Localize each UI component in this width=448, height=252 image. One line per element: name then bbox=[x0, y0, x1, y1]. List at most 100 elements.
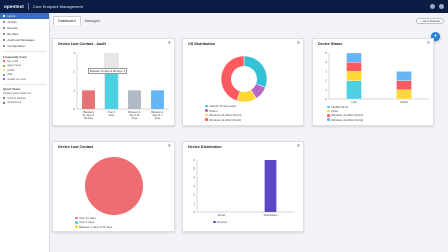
bar bbox=[151, 90, 164, 109]
y-tick-label: 1 bbox=[194, 201, 196, 205]
devices-icon bbox=[3, 26, 6, 30]
bar bbox=[105, 71, 118, 109]
plus-icon: + bbox=[420, 19, 422, 23]
legend-swatch bbox=[327, 118, 330, 121]
legend-swatch bbox=[75, 225, 78, 228]
x-tick-label: Between 1 days & 7 days bbox=[151, 110, 164, 120]
bar-segment bbox=[396, 71, 412, 81]
bar-segment bbox=[346, 71, 362, 81]
y-tick-label: 0 bbox=[194, 210, 196, 214]
quicktask-radio-all[interactable]: All Sections bbox=[0, 101, 49, 106]
x-tick-label: Unlock bbox=[400, 100, 409, 104]
dashlet-last-contact-audit: Device Last Contact - Audit ≡ 0 1 2 3 Betwee… bbox=[52, 38, 175, 126]
sidebar: Home Activity Devices Bundles Audit and … bbox=[0, 13, 50, 252]
y-tick-label: 0 bbox=[74, 107, 76, 111]
bar bbox=[82, 90, 95, 109]
legend-swatch bbox=[205, 113, 208, 117]
x-tick-label: Workstation bbox=[264, 213, 278, 217]
y-tick-label: 3 bbox=[194, 184, 196, 188]
bundles-icon bbox=[3, 32, 6, 36]
bar-segment bbox=[346, 52, 362, 63]
chart-tooltip: Between 31 days & 90 days: 2 bbox=[88, 68, 128, 74]
favorite-dot-icon bbox=[3, 64, 6, 67]
radio-icon[interactable] bbox=[3, 97, 6, 100]
legend-item[interactable]: Windows 11 22H2 (64-bit) bbox=[205, 118, 241, 122]
audit-icon bbox=[3, 38, 6, 42]
legend-label: Windows 10 22H2 (64-bit) bbox=[209, 113, 242, 117]
legend-swatch bbox=[213, 220, 216, 224]
y-tick-label: 5 bbox=[326, 51, 328, 55]
dashlet-os-distribution: OS Distribution ≡ macOS 14 and newer Othe… bbox=[182, 38, 304, 126]
favorite-dot-icon bbox=[3, 69, 6, 72]
donut-hole bbox=[231, 66, 257, 92]
bar-chart: 0 1 2 3 Between 31 days & 90 days Over 1 days Bet… bbox=[74, 51, 169, 120]
donut-chart bbox=[220, 55, 268, 103]
legend-item[interactable]: Windows 10 22H2 (64-bit) bbox=[205, 113, 241, 117]
y-tick-label: 1 bbox=[326, 88, 328, 92]
y-tick-label: 2 bbox=[194, 193, 196, 197]
legend-item[interactable]: Windows 11 22H2 (64-bit) bbox=[327, 118, 363, 122]
bar-segment bbox=[346, 80, 362, 100]
pie-chart bbox=[85, 157, 143, 215]
app-title: Core Endpoint Management bbox=[32, 4, 83, 9]
legend-swatch bbox=[205, 109, 208, 112]
bar-segment bbox=[396, 89, 412, 100]
help-icon[interactable] bbox=[439, 4, 444, 9]
activity-icon bbox=[3, 20, 6, 24]
sidebar-divider bbox=[3, 51, 46, 52]
sidebar-item-configuration[interactable]: Configuration bbox=[0, 43, 49, 49]
y-tick-label: 4 bbox=[326, 60, 328, 64]
legend-item[interactable]: Others bbox=[205, 109, 218, 113]
legend-label: Windows 11 22H2 (64-bit) bbox=[331, 117, 364, 122]
legend-swatch bbox=[327, 114, 330, 117]
opentext-logo: opentext bbox=[4, 4, 24, 9]
favorite-dot-icon bbox=[3, 73, 6, 76]
favorite-dot-icon bbox=[3, 60, 6, 63]
user-icon[interactable] bbox=[430, 4, 435, 9]
y-tick-label: 0 bbox=[326, 97, 328, 101]
legend-label: Others bbox=[209, 108, 218, 113]
x-tick-label: Between 1 day & 31 days bbox=[128, 110, 141, 120]
bar-segment bbox=[346, 62, 362, 72]
legend-swatch bbox=[75, 216, 78, 220]
dashlet-device-distribution: Device Distribution ≡ 0 1 2 3 4 5 6 Server Works… bbox=[182, 141, 304, 232]
favorite-dot-icon bbox=[3, 78, 6, 81]
pie-slice bbox=[85, 157, 143, 215]
y-tick-label: 6 bbox=[194, 158, 196, 162]
legend-item[interactable]: macOS 14 and newer bbox=[205, 104, 236, 108]
y-tick-label: 1 bbox=[74, 88, 76, 92]
dashlet-device-status: Device Status ≡ 0 1 2 3 4 5 Lock Unlock Intel(R… bbox=[312, 38, 434, 126]
legend-label: Devices bbox=[217, 220, 228, 224]
legend-item[interactable]: Devices bbox=[213, 220, 227, 224]
y-tick-label: 2 bbox=[74, 70, 76, 74]
legend-label: Windows 11 22H2 (64-bit) bbox=[209, 117, 242, 122]
radio-icon[interactable] bbox=[3, 101, 6, 104]
tab-dashboard[interactable]: Dashboard bbox=[53, 16, 81, 25]
x-tick-label: Over 1 days bbox=[108, 110, 116, 117]
legend-swatch bbox=[205, 118, 208, 121]
gear-icon bbox=[3, 44, 6, 48]
new-dashlet-button[interactable]: + New Dashlet bbox=[416, 18, 444, 24]
bar-chart: 0 1 2 3 4 5 6 Server Workstation bbox=[194, 158, 295, 217]
legend-item[interactable]: Between 1 days & 31 days bbox=[75, 225, 112, 229]
home-icon bbox=[3, 14, 6, 18]
x-tick-label: Lock bbox=[351, 100, 357, 104]
legend-label: Between 1 days & 31 days bbox=[79, 224, 113, 229]
dashboard-tabs: Dashboard Managed bbox=[50, 13, 448, 25]
legend-swatch bbox=[205, 104, 208, 108]
title-divider bbox=[27, 3, 29, 10]
x-tick-label: Server bbox=[218, 213, 226, 217]
legend-swatch bbox=[75, 221, 78, 224]
favorite-item[interactable]: update win max bbox=[0, 77, 49, 82]
legend-swatch bbox=[327, 109, 330, 113]
legend-label: macOS 14 and newer bbox=[209, 104, 237, 108]
tab-managed[interactable]: Managed bbox=[81, 17, 104, 25]
y-tick-label: 3 bbox=[326, 69, 328, 73]
y-tick-label: 2 bbox=[326, 79, 328, 83]
dashlet-last-contact: Device Last Contact ≡ Over 31 days Over 1… bbox=[52, 141, 175, 232]
bar bbox=[128, 90, 141, 109]
bar-segment bbox=[396, 80, 412, 90]
y-tick-label: 5 bbox=[194, 167, 196, 171]
y-tick-label: 3 bbox=[74, 51, 76, 55]
sidebar-divider bbox=[3, 83, 46, 85]
